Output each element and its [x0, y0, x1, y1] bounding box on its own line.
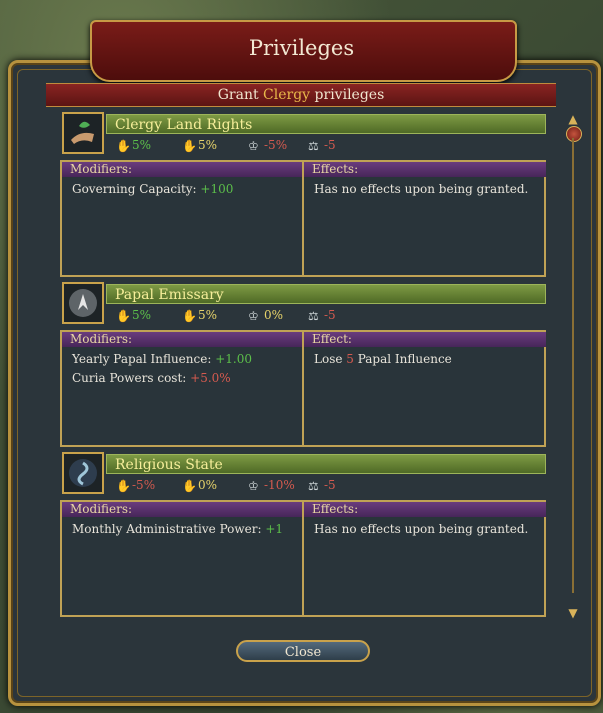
loyalty-stat: ✋5% — [116, 138, 152, 153]
scroll-down-arrow-icon[interactable]: ▼ — [566, 606, 580, 620]
papal-seal-icon[interactable] — [62, 282, 104, 324]
close-button[interactable]: Close — [236, 640, 370, 662]
estate-name: Clergy — [263, 87, 311, 103]
effects-text: Has no effects upon being granted. — [314, 522, 529, 536]
crown-land-stat: ♔ -5% — [248, 138, 288, 153]
modifier-line: Governing Capacity: +100 — [72, 182, 234, 196]
modifiers-list: Yearly Papal Influence: +1.00 Curia Powe… — [72, 350, 252, 388]
modifier-line: Curia Powers cost: +5.0% — [72, 371, 231, 385]
crown-land-icon: ♔ — [248, 478, 259, 493]
crown-land-icon: ♔ — [248, 138, 259, 153]
modifiers-header: Modifiers: — [62, 332, 302, 347]
modifier-line: Monthly Administrative Power: +1 — [72, 522, 284, 536]
absolutism-icon: ⚖ — [308, 478, 319, 493]
effects-header: Effects: — [304, 162, 546, 177]
loyalty-icon: ✋ — [116, 138, 131, 153]
effects-header: Effect: — [304, 332, 546, 347]
modifiers-header: Modifiers: — [62, 502, 302, 517]
effects-text: Lose 5 Papal Influence — [314, 352, 452, 366]
loyalty-stat: ✋-5% — [116, 478, 156, 493]
privilege-card[interactable]: Clergy Land Rights ✋5% ✋5% ♔ -5% ⚖ -5 Modi… — [58, 112, 546, 278]
absolutism-stat: ⚖ -5 — [308, 138, 336, 153]
absolutism-stat: ⚖ -5 — [308, 478, 336, 493]
privilege-card[interactable]: Papal Emissary ✋5% ✋5% ♔ 0% ⚖ -5 Modifiers… — [58, 282, 546, 448]
privilege-name[interactable]: Religious State — [106, 454, 546, 474]
privilege-name[interactable]: Clergy Land Rights — [106, 114, 546, 134]
influence-icon: ✋ — [182, 308, 197, 323]
grant-header: Grant Clergy privileges — [46, 83, 556, 107]
privilege-panels: Modifiers: Effects: Governing Capacity: … — [60, 160, 546, 277]
influence-stat: ✋0% — [182, 478, 218, 493]
modifiers-header: Modifiers: — [62, 162, 302, 177]
effects-header: Effects: — [304, 502, 546, 517]
absolutism-icon: ⚖ — [308, 138, 319, 153]
modifier-line: Yearly Papal Influence: +1.00 — [72, 352, 252, 366]
modifiers-list: Monthly Administrative Power: +1 — [72, 520, 283, 539]
influence-stat: ✋5% — [182, 138, 218, 153]
influence-stat: ✋5% — [182, 308, 218, 323]
grant-suffix: privileges — [310, 87, 385, 103]
panel-divider — [302, 162, 304, 275]
absolutism-icon: ⚖ — [308, 308, 319, 323]
scrollbar[interactable]: ▲ ▼ — [566, 112, 582, 620]
religion-icon[interactable] — [62, 452, 104, 494]
scroll-up-arrow-icon[interactable]: ▲ — [566, 112, 580, 126]
crown-land-stat: ♔ 0% — [248, 308, 284, 323]
panel-divider — [302, 332, 304, 445]
loyalty-icon: ✋ — [116, 308, 131, 323]
loyalty-stat: ✋5% — [116, 308, 152, 323]
loyalty-icon: ✋ — [116, 478, 131, 493]
window-title: Privileges — [248, 36, 355, 60]
grant-prefix: Grant — [217, 87, 264, 103]
effects-text: Has no effects upon being granted. — [314, 182, 529, 196]
privilege-panels: Modifiers: Effect: Yearly Papal Influenc… — [60, 330, 546, 447]
crown-land-stat: ♔ -10% — [248, 478, 295, 493]
land-grant-icon[interactable] — [62, 112, 104, 154]
scroll-thumb[interactable] — [566, 126, 582, 142]
absolutism-stat: ⚖ -5 — [308, 308, 336, 323]
privilege-name[interactable]: Papal Emissary — [106, 284, 546, 304]
modifiers-list: Governing Capacity: +100 — [72, 180, 233, 199]
influence-icon: ✋ — [182, 138, 197, 153]
crown-land-icon: ♔ — [248, 308, 259, 323]
influence-icon: ✋ — [182, 478, 197, 493]
scroll-track[interactable] — [572, 138, 574, 593]
privilege-panels: Modifiers: Effects: Monthly Administrati… — [60, 500, 546, 617]
panel-divider — [302, 502, 304, 615]
privilege-card[interactable]: Religious State ✋-5% ✋0% ♔ -10% ⚖ -5 Modif… — [58, 452, 546, 618]
